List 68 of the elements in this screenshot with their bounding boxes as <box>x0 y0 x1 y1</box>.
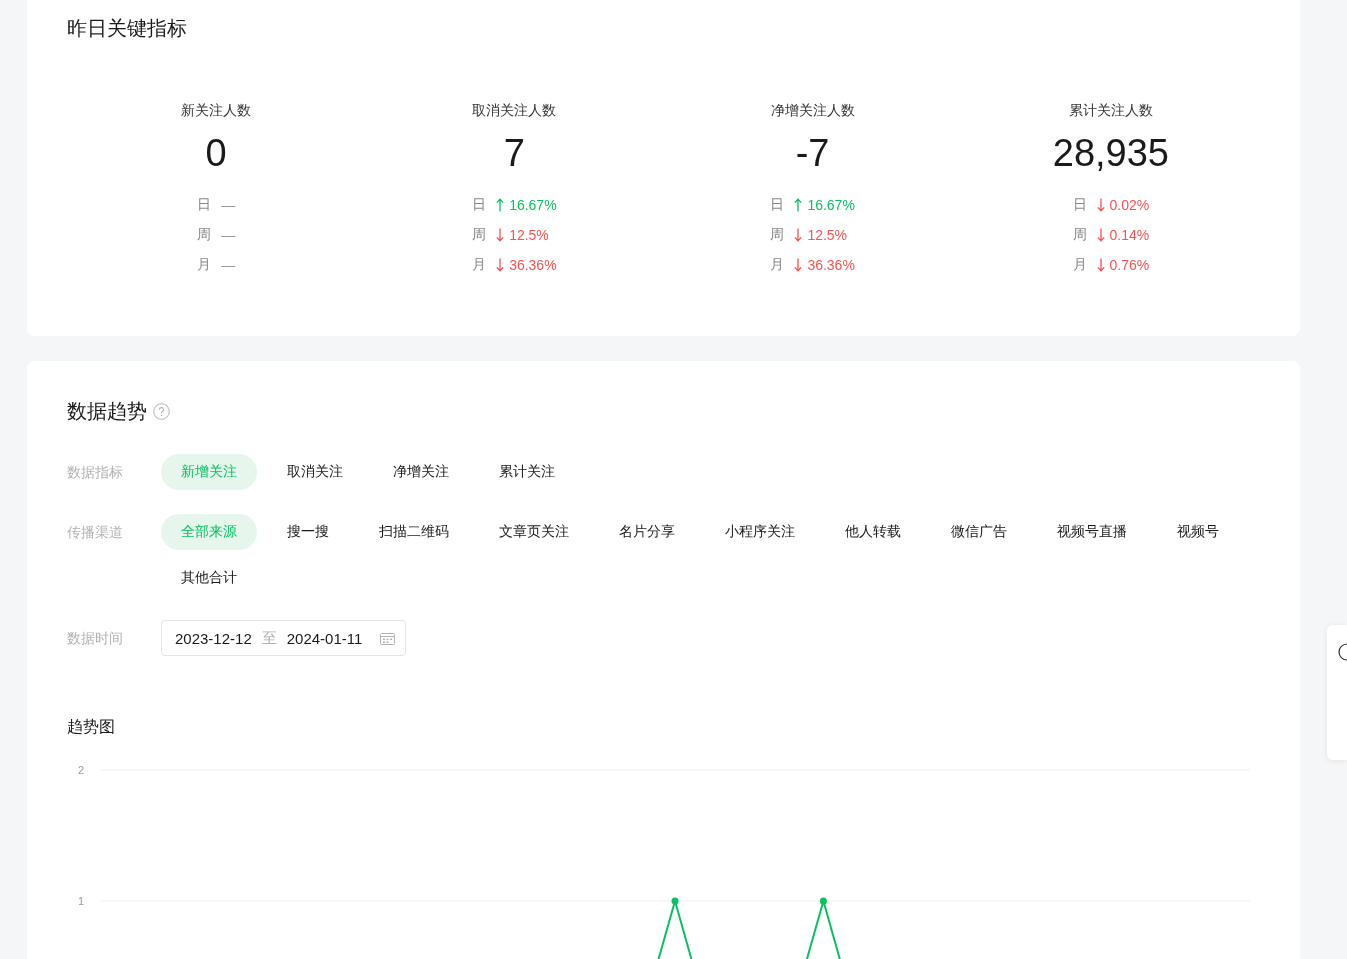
change-value: 16.67% <box>807 197 855 213</box>
period-label: 月 <box>472 256 487 274</box>
metric-value: 28,935 <box>1052 131 1169 176</box>
period-label: 日 <box>197 196 212 214</box>
chart-title: 趋势图 <box>67 717 116 737</box>
period-label: 月 <box>1072 256 1087 274</box>
axis-tick-label: 2 <box>77 764 84 776</box>
period-label: 日 <box>770 196 785 214</box>
filter-option[interactable]: 扫描二维码 <box>359 514 469 550</box>
filter-option[interactable]: 其他合计 <box>161 560 257 596</box>
section-title: 昨日关键指标 <box>67 16 188 41</box>
change-value: 16.67% <box>509 197 557 213</box>
arrow-down-icon <box>1096 198 1105 212</box>
date-range-field[interactable]: 2023-12-12 至 2024-01-11 <box>161 620 406 656</box>
arrow-up-icon <box>794 198 803 212</box>
help-icon[interactable] <box>153 402 170 420</box>
filter-option[interactable]: 微信广告 <box>931 514 1027 550</box>
data-point <box>671 897 679 905</box>
arrow-down-icon <box>1096 228 1105 242</box>
period-label: 周 <box>770 226 785 244</box>
filter-label: 数据时间 <box>67 629 124 648</box>
filter-option[interactable]: 累计关注 <box>479 454 575 490</box>
change-value: 12.5% <box>807 227 848 243</box>
filter-option[interactable]: 视频号直播 <box>1037 514 1147 550</box>
arrow-down-icon <box>794 228 803 242</box>
filter-option[interactable]: 名片分享 <box>599 514 695 550</box>
period-label: 月 <box>197 256 212 274</box>
filter-option[interactable]: 视频号 <box>1157 514 1239 550</box>
metric-label: 净增关注人数 <box>770 101 855 120</box>
metric-value: -7 <box>795 131 830 176</box>
change-value: 36.36% <box>509 257 557 273</box>
change-value: 0.14% <box>1109 227 1150 243</box>
data-point <box>819 897 827 905</box>
filter-option[interactable]: 搜一搜 <box>267 514 349 550</box>
change-value: — <box>221 197 236 213</box>
period-label: 日 <box>1072 196 1087 214</box>
change-value: 36.36% <box>807 257 855 273</box>
metric-value: 0 <box>205 131 227 176</box>
metric-label: 累计关注人数 <box>1068 101 1153 120</box>
period-label: 日 <box>472 196 487 214</box>
arrow-down-icon <box>496 258 505 272</box>
period-label: 周 <box>197 226 212 244</box>
axis-tick-label: 1 <box>77 895 84 907</box>
filter-option[interactable]: 他人转载 <box>825 514 921 550</box>
change-value: 0.76% <box>1109 257 1150 273</box>
change-value: 12.5% <box>509 227 549 243</box>
period-label: 周 <box>472 226 487 244</box>
change-value: — <box>221 257 236 273</box>
arrow-down-icon <box>496 228 505 242</box>
filter-option[interactable]: 文章页关注 <box>479 514 589 550</box>
section-title: 数据趋势 <box>67 399 147 424</box>
change-value: 0.02% <box>1109 197 1150 213</box>
filter-option[interactable]: 小程序关注 <box>705 514 815 550</box>
arrow-down-icon <box>794 258 803 272</box>
metric-label: 新关注人数 <box>181 101 252 120</box>
change-value: — <box>221 227 236 243</box>
filter-option[interactable]: 取消关注 <box>267 454 363 490</box>
floating-panel[interactable] <box>1327 625 1347 760</box>
filter-option[interactable]: 净增关注 <box>373 454 469 490</box>
filter-label: 传播渠道 <box>67 523 124 542</box>
period-label: 周 <box>1072 226 1087 244</box>
period-label: 月 <box>770 256 785 274</box>
arrow-down-icon <box>1096 258 1105 272</box>
arrow-up-icon <box>496 198 505 212</box>
metric-label: 取消关注人数 <box>472 101 557 120</box>
calendar-icon <box>380 631 395 645</box>
metric-value: 7 <box>503 131 525 176</box>
filter-label: 数据指标 <box>67 463 124 482</box>
